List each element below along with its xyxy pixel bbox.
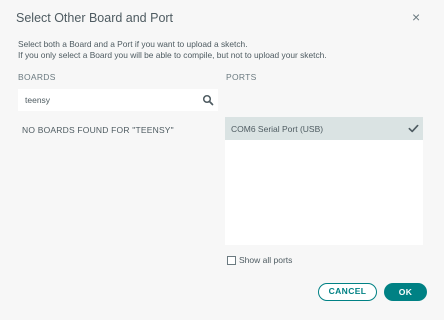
board-search-input[interactable] [25, 93, 195, 107]
search-icon[interactable] [202, 94, 214, 106]
show-all-ports-checkbox[interactable] [227, 255, 236, 265]
checkmark-icon [408, 124, 419, 133]
port-item-com6[interactable]: COM6 Serial Port (USB) [225, 117, 423, 140]
ports-label: PORTS [226, 72, 257, 82]
cancel-button[interactable]: CANCEL [318, 283, 377, 301]
ports-list: COM6 Serial Port (USB) [225, 117, 423, 245]
show-all-ports-toggle[interactable]: Show all ports [227, 255, 292, 265]
show-all-ports-label: Show all ports [239, 255, 293, 265]
port-label: COM6 Serial Port (USB) [231, 124, 324, 134]
board-search-box [18, 89, 218, 111]
dialog-title: Select Other Board and Port [16, 11, 174, 25]
boards-label: BOARDS [18, 72, 56, 82]
description-line-2: If you only select a Board you will be a… [18, 49, 327, 60]
ok-button[interactable]: OK [384, 283, 427, 301]
close-icon[interactable]: × [412, 9, 420, 25]
no-boards-message: NO BOARDS FOUND FOR "TEENSY" [22, 125, 174, 135]
description-line-1: Select both a Board and a Port if you wa… [18, 39, 248, 49]
dialog-description: Select both a Board and a Port if you wa… [18, 39, 327, 60]
